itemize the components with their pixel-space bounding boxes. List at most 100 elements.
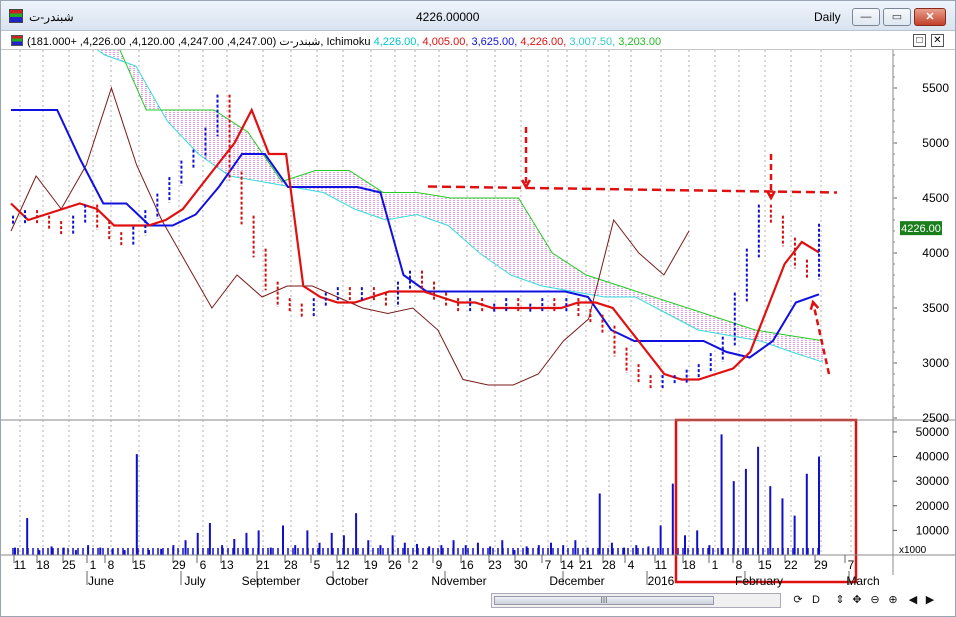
time-day-label: 7 (848, 558, 855, 572)
scroll-thumb[interactable]: III (494, 596, 714, 605)
annotation-arrow-up-shaft (811, 301, 831, 375)
time-day-label: 26 (388, 558, 402, 572)
time-day-label: 5 (314, 558, 321, 572)
time-day-label: 29 (814, 558, 828, 572)
time-day-label: 9 (436, 558, 443, 572)
close-button[interactable]: ✕ (914, 8, 946, 26)
price-bars (12, 94, 820, 390)
last-price-label: 4226.00 (901, 223, 941, 235)
time-month-label: October (326, 574, 369, 588)
legend-value-2: 3,625.00, (468, 36, 518, 48)
time-month-label: 2016 (648, 574, 675, 588)
price-axis-label: 4500 (922, 191, 949, 205)
indicator-icon (11, 35, 23, 46)
volume-axis-label: 50000 (916, 425, 950, 439)
price-axis-label: 5000 (922, 136, 949, 150)
horizontal-scrollbar[interactable]: III (491, 593, 781, 608)
subwindow-restore-button[interactable]: □ (913, 34, 926, 47)
time-day-label: 12 (336, 558, 350, 572)
time-day-label: 15 (758, 558, 772, 572)
scroll-icon[interactable]: ⇕ (833, 594, 847, 607)
play-icon[interactable]: ◀ (906, 594, 920, 607)
volume-axis-label: 20000 (916, 499, 950, 513)
legend-values: 4,226.00, 4,005.00, 3,625.00, 4,226.00, … (374, 36, 662, 48)
price-axis-label: 3000 (922, 356, 949, 370)
legend-value-1: 4,005.00, (419, 36, 469, 48)
chikou-span-line (10, 86, 690, 386)
ichimoku-chart[interactable]: 5500 5000 4500 4000 3500 3000 2500 4226.00 50000… (1, 50, 955, 590)
time-day-label: 8 (108, 558, 115, 572)
price-axis-label: 2500 (922, 411, 949, 425)
window-symbol: شبندر-ت (29, 10, 74, 24)
legend-value-0: 4,226.00, (373, 36, 420, 48)
time-day-label: 11 (655, 558, 668, 572)
time-day-label: 2 (412, 558, 419, 572)
time-day-label: 28 (602, 558, 616, 572)
indicator-legend: شبندر-ت (4,247.00, 4,247.00, 4,120.00, 4… (1, 32, 955, 50)
time-day-label: 15 (132, 558, 146, 572)
price-axis-label: 5500 (922, 81, 949, 95)
time-month-label: December (549, 574, 604, 588)
time-day-label: 21 (256, 558, 270, 572)
axes: 5500 5000 4500 4000 3500 3000 2500 4226.00 50000… (1, 50, 955, 588)
volume-multiplier: x1000 (899, 545, 927, 556)
volume-axis-label: 10000 (916, 523, 950, 537)
legend-symbol: شبندر-ت (279, 36, 321, 48)
time-month-label: September (242, 574, 301, 588)
time-month-label: June (88, 574, 114, 588)
time-day-label: 11 (14, 558, 27, 572)
window-timeframe: Daily (814, 10, 841, 24)
time-day-label: 28 (284, 558, 298, 572)
time-month-label: March (846, 574, 879, 588)
legend-value-4: 3,007.50, (566, 36, 616, 48)
annotation-arrow-up-head (809, 299, 820, 311)
time-day-label: 30 (514, 558, 528, 572)
legend-value-3: 4,226.00, (517, 36, 567, 48)
time-month-label: July (184, 574, 205, 588)
window-price: 4226.00000 (416, 10, 480, 24)
time-day-label: 6 (200, 558, 207, 572)
ichimoku-cloud (97, 50, 823, 363)
time-day-label: 16 (460, 558, 474, 572)
time-month-label: November (431, 574, 486, 588)
volume-axis-label: 30000 (916, 474, 950, 488)
time-day-label: 21 (579, 558, 593, 572)
zoom-in-icon[interactable]: ⊖ (868, 594, 882, 607)
legend-text: شبندر-ت (4,247.00, 4,247.00, 4,120.00, 4… (27, 35, 661, 48)
annotations (427, 127, 858, 584)
time-day-label: 1 (90, 558, 97, 572)
time-day-label: 29 (172, 558, 186, 572)
ichimoku-lines (10, 50, 824, 386)
time-day-label: 23 (488, 558, 502, 572)
restore-button[interactable]: ▭ (883, 8, 911, 26)
legend-value-5: 3,203.00 (615, 36, 662, 48)
time-day-label: 25 (62, 558, 76, 572)
minimize-button[interactable]: — (852, 8, 880, 26)
data-icon[interactable]: D (809, 594, 823, 607)
time-day-label: 13 (220, 558, 234, 572)
time-day-label: 22 (784, 558, 798, 572)
chart-app-icon (9, 9, 23, 23)
volume-axis-label: 40000 (916, 450, 950, 464)
refresh-icon[interactable]: ⟳ (791, 594, 805, 607)
time-month-label: February (735, 574, 783, 588)
time-day-label: 14 (560, 558, 574, 572)
next-icon[interactable]: ▶ (923, 594, 937, 607)
time-day-label: 19 (364, 558, 378, 572)
price-axis-label: 3500 (922, 301, 949, 315)
chart-window: شبندر-ت 4226.00000 Daily — ▭ ✕ شبندر-ت (… (0, 0, 956, 617)
chart-grid (19, 50, 852, 555)
prev-icon[interactable]: ⊕ (886, 594, 900, 607)
subwindow-close-button[interactable]: ✕ (931, 34, 944, 47)
volume-bars (12, 434, 820, 555)
time-day-label: 18 (36, 558, 50, 572)
time-day-label: 4 (628, 558, 635, 572)
legend-indicator-name: Ichimoku (326, 36, 371, 48)
price-axis-label: 4000 (922, 246, 949, 260)
time-day-label: 1 (712, 558, 719, 572)
cloud-fill (97, 50, 823, 363)
time-day-label: 8 (736, 558, 743, 572)
zoom-out-icon[interactable]: ✥ (850, 594, 864, 607)
time-day-label: 7 (545, 558, 552, 572)
time-day-label: 18 (682, 558, 696, 572)
